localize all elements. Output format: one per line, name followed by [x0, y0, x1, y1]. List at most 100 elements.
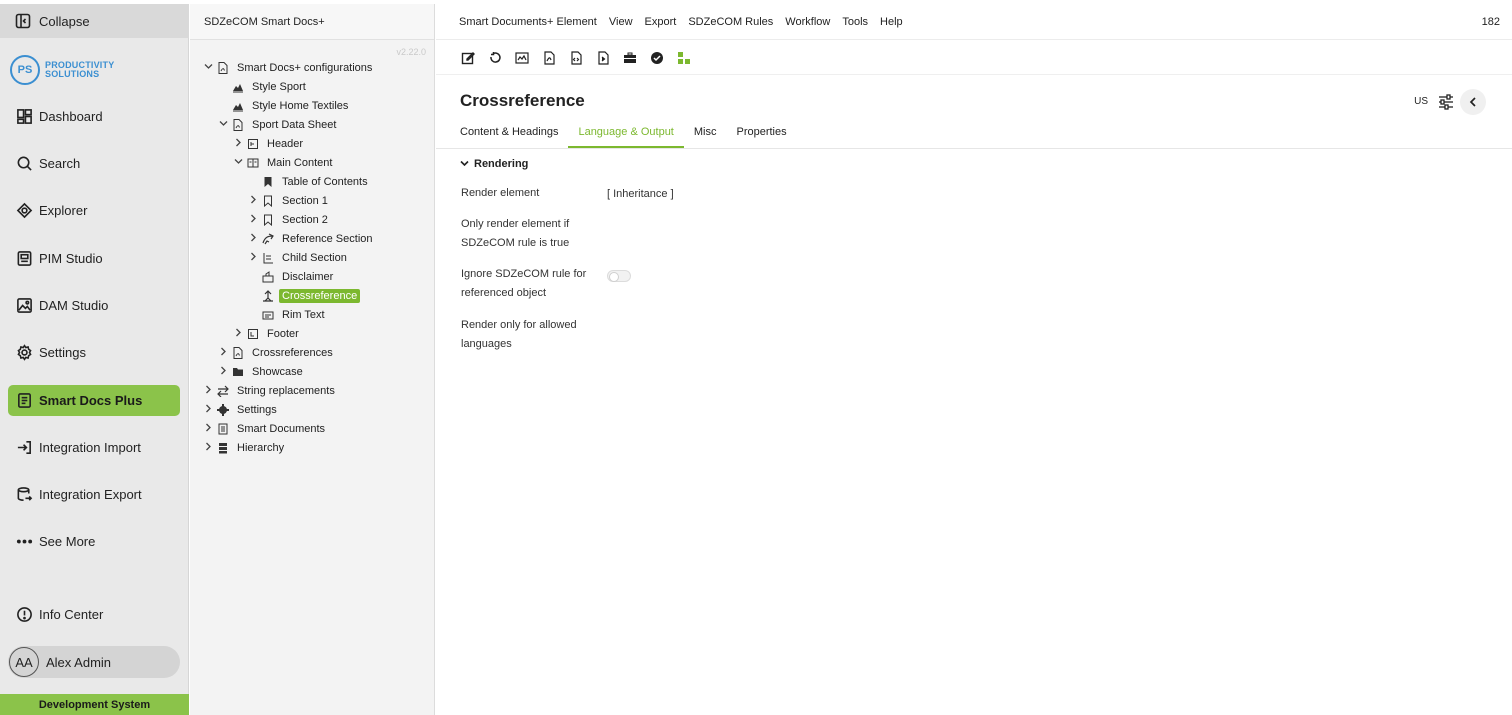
tree-node[interactable]: Smart Docs+ configurations — [202, 59, 375, 77]
chevron-right-icon[interactable] — [247, 195, 259, 207]
ignore-rule-toggle[interactable] — [607, 270, 631, 282]
menu-view[interactable]: View — [609, 16, 633, 28]
menu-bar: Smart Documents+ Element View Export SDZ… — [436, 4, 1512, 40]
collapse-panel-button[interactable] — [1460, 89, 1486, 115]
nav-item-info-center[interactable]: Info Center — [8, 599, 180, 630]
nav-item-smart-docs-plus[interactable]: Smart Docs Plus — [8, 385, 180, 416]
chevron-right-icon[interactable] — [202, 442, 214, 454]
tree-node[interactable]: Disclaimer — [247, 268, 336, 286]
tree-node-label: Child Section — [282, 252, 347, 264]
tree-node[interactable]: Table of Contents — [247, 173, 371, 191]
nav-item-integration-export[interactable]: Integration Export — [8, 479, 180, 510]
tree-node[interactable]: Footer — [232, 325, 302, 343]
tree-node[interactable]: Section 2 — [247, 211, 331, 229]
chevron-right-icon[interactable] — [217, 347, 229, 359]
nav-item-integration-import[interactable]: Integration Import — [8, 432, 180, 463]
collapse-button[interactable]: Collapse — [0, 4, 189, 38]
menu-tools[interactable]: Tools — [842, 16, 868, 28]
user-menu[interactable]: AA Alex Admin — [8, 646, 180, 678]
nav-item-search[interactable]: Search — [8, 148, 180, 179]
section-title: Rendering — [474, 158, 529, 170]
nav-item-settings[interactable]: Settings — [8, 337, 180, 368]
tree-node[interactable]: Smart Documents — [202, 420, 328, 438]
tree-node-label: Style Home Textiles — [252, 100, 349, 112]
logo-text: PRODUCTIVITY SOLUTIONS — [45, 60, 115, 79]
tree-node[interactable]: Crossreference — [247, 287, 361, 305]
tree-panel-title: SDZeCOM Smart Docs+ — [190, 4, 434, 40]
document-tree-panel: SDZeCOM Smart Docs+ v2.22.0 Smart Docs+ … — [190, 4, 435, 715]
tree-node-label: Section 2 — [282, 214, 328, 226]
menu-workflow[interactable]: Workflow — [785, 16, 830, 28]
tree-node[interactable]: Hierarchy — [202, 439, 287, 457]
tree-node[interactable]: Showcase — [217, 363, 306, 381]
menu-help[interactable]: Help — [880, 16, 903, 28]
nav-item-dam-studio[interactable]: DAM Studio — [8, 290, 180, 321]
chevron-right-icon[interactable] — [202, 423, 214, 435]
nav-item-dashboard[interactable]: Dashboard — [8, 101, 180, 132]
nav-item-label: Dashboard — [39, 109, 103, 124]
chevron-right-icon[interactable] — [202, 385, 214, 397]
tab-properties[interactable]: Properties — [726, 126, 796, 148]
nav-item-pim-studio[interactable]: PIM Studio — [8, 243, 180, 274]
tab-content-headings[interactable]: Content & Headings — [450, 126, 568, 148]
folder-icon — [231, 366, 244, 379]
tree-node[interactable]: Header — [232, 135, 306, 153]
tree-node[interactable]: Main Content — [232, 154, 335, 172]
tree-node-label: Reference Section — [282, 233, 373, 245]
tree-node[interactable]: Sport Data Sheet — [217, 116, 339, 134]
rendering-section-toggle[interactable]: Rendering — [460, 158, 528, 170]
menu-smart-documents-element[interactable]: Smart Documents+ Element — [459, 16, 597, 28]
more-icon — [15, 533, 33, 551]
chevron-right-icon[interactable] — [232, 138, 244, 150]
briefcase-icon[interactable] — [620, 49, 640, 67]
render-element-select[interactable]: [ Inheritance ] — [607, 188, 674, 200]
chevron-down-icon[interactable] — [217, 119, 229, 131]
chevron-right-icon[interactable] — [232, 328, 244, 340]
tree-node[interactable]: String replacements — [202, 382, 338, 400]
chevron-down-icon[interactable] — [202, 62, 214, 74]
nav-item-label: Integration Import — [39, 440, 141, 455]
element-id: 182 — [1481, 16, 1500, 28]
avatar: AA — [9, 647, 39, 677]
export-file-icon[interactable] — [593, 49, 613, 67]
nav-item-explorer[interactable]: Explorer — [8, 195, 180, 226]
tree-node[interactable]: Style Sport — [217, 78, 309, 96]
company-logo: PS PRODUCTIVITY SOLUTIONS — [10, 55, 114, 85]
reload-icon[interactable] — [485, 49, 505, 67]
menu-export[interactable]: Export — [645, 16, 677, 28]
menu-sdzecom-rules[interactable]: SDZeCOM Rules — [688, 16, 773, 28]
check-circle-icon[interactable] — [647, 49, 667, 67]
tab-language-output[interactable]: Language & Output — [568, 126, 684, 148]
code-icon[interactable] — [566, 49, 586, 67]
chevron-right-icon[interactable] — [247, 252, 259, 264]
tree-node[interactable]: Child Section — [247, 249, 350, 267]
nav-item-see-more[interactable]: See More — [8, 526, 180, 557]
tree-node[interactable]: Reference Section — [247, 230, 376, 248]
chevron-down-icon[interactable] — [232, 157, 244, 169]
tree-node[interactable]: Crossreferences — [217, 344, 336, 362]
tree-node[interactable]: Style Home Textiles — [217, 97, 351, 115]
info-center-label: Info Center — [39, 607, 104, 622]
header-icon — [246, 138, 259, 151]
search-icon — [15, 155, 33, 173]
pdf-icon[interactable] — [539, 49, 559, 67]
gear-icon — [216, 404, 229, 417]
chevron-right-icon[interactable] — [202, 404, 214, 416]
chevron-right-icon[interactable] — [217, 366, 229, 378]
tree-node[interactable]: Rim Text — [247, 306, 328, 324]
locale-selector[interactable]: US — [1414, 96, 1428, 107]
tab-misc[interactable]: Misc — [684, 126, 727, 148]
edit-icon[interactable] — [458, 49, 478, 67]
tree-node-label: Crossreferences — [252, 347, 333, 359]
filter-settings-icon[interactable] — [1438, 94, 1454, 110]
tree-node-label: Settings — [237, 404, 277, 416]
style-icon — [231, 81, 244, 94]
tree-node[interactable]: Settings — [202, 401, 280, 419]
nav-item-label: PIM Studio — [39, 251, 103, 266]
preview-icon[interactable] — [512, 49, 532, 67]
tree-icon[interactable] — [674, 49, 694, 67]
chevron-left-icon — [1469, 97, 1476, 107]
chevron-right-icon[interactable] — [247, 214, 259, 226]
chevron-right-icon[interactable] — [247, 233, 259, 245]
tree-node[interactable]: Section 1 — [247, 192, 331, 210]
